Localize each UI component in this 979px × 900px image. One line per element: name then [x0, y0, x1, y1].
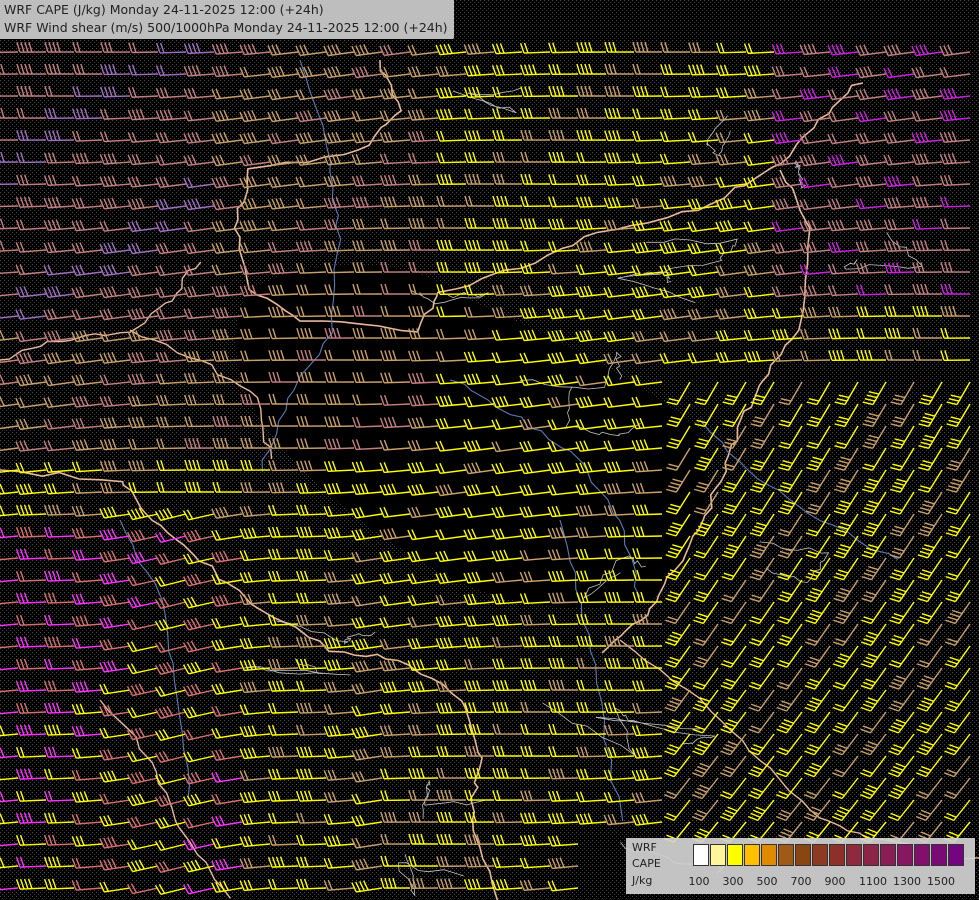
legend-swatch: [795, 844, 811, 866]
legend-swatch: [931, 844, 947, 866]
title-wind-shear: WRF Wind shear (m/s) 500/1000hPa Monday …: [4, 20, 448, 35]
legend-swatch: [880, 844, 896, 866]
legend-color-scale: [693, 844, 965, 866]
cape-wind-shear-map: [0, 0, 979, 900]
legend-swatch: [914, 844, 930, 866]
legend-swatch: [693, 844, 709, 866]
legend-swatch: [846, 844, 862, 866]
legend-unit-label: J/kg: [632, 874, 653, 887]
legend-tick-label: 1500: [927, 875, 955, 888]
legend-swatch: [710, 844, 726, 866]
legend-swatch: [778, 844, 794, 866]
legend-swatch: [829, 844, 845, 866]
legend-swatch: [812, 844, 828, 866]
map-title: WRF CAPE (J/kg) Monday 24-11-2025 12:00 …: [0, 0, 454, 39]
legend-swatch: [761, 844, 777, 866]
title-cape: WRF CAPE (J/kg) Monday 24-11-2025 12:00 …: [4, 2, 324, 17]
legend-swatch: [744, 844, 760, 866]
legend-model-label: WRF: [632, 841, 657, 854]
legend-tick-label: 900: [824, 875, 846, 888]
legend-swatch: [727, 844, 743, 866]
legend-ticks: 100 300 500 700 900 1100 1300 1500: [679, 875, 975, 889]
legend-swatch: [863, 844, 879, 866]
legend-field-label: CAPE: [632, 857, 661, 870]
legend-swatch: [948, 844, 964, 866]
legend-swatch: [897, 844, 913, 866]
cape-legend: WRF CAPE J/kg 100 300 500 700 900 1100 1300 150…: [626, 838, 975, 894]
